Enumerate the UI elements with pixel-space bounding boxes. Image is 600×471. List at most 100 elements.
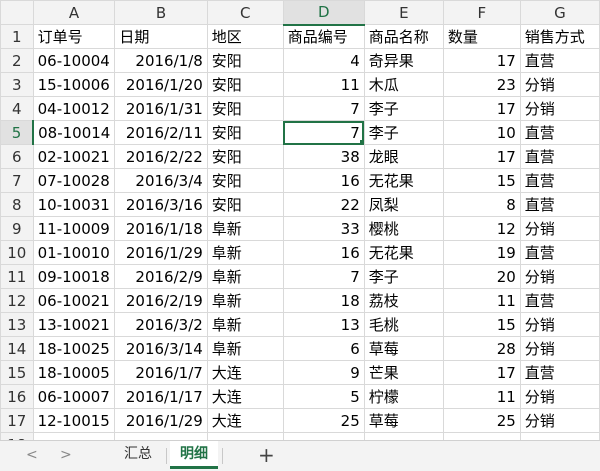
cell[interactable]: 订单号 bbox=[32, 24, 116, 49]
column-header-e[interactable]: E bbox=[363, 0, 444, 25]
tab-detail[interactable]: 明细 bbox=[170, 441, 218, 469]
cell[interactable]: 安阳 bbox=[206, 168, 284, 193]
cell[interactable]: 直营 bbox=[519, 288, 600, 313]
cell[interactable]: 12-10015 bbox=[32, 408, 116, 433]
cell[interactable]: 直营 bbox=[519, 192, 600, 217]
row-header[interactable]: 12 bbox=[0, 288, 34, 313]
row-header[interactable]: 11 bbox=[0, 264, 34, 289]
cell[interactable]: 15 bbox=[442, 168, 521, 193]
tab-scroll-right-icon[interactable]: > bbox=[60, 447, 72, 463]
cell[interactable]: 木瓜 bbox=[363, 72, 444, 97]
cell[interactable]: 凤梨 bbox=[363, 192, 444, 217]
row-header[interactable]: 3 bbox=[0, 72, 34, 97]
cell[interactable]: 2016/2/22 bbox=[114, 144, 208, 169]
cell[interactable]: 阜新 bbox=[206, 336, 284, 361]
cell[interactable]: 毛桃 bbox=[363, 312, 444, 337]
column-header-d[interactable]: D bbox=[282, 0, 365, 26]
row-header[interactable]: 13 bbox=[0, 312, 34, 337]
cell[interactable]: 01-10010 bbox=[32, 240, 116, 265]
cell[interactable]: 08-10014 bbox=[32, 120, 116, 145]
cell[interactable]: 17 bbox=[442, 144, 521, 169]
cell[interactable]: 7 bbox=[282, 96, 365, 121]
row-header[interactable]: 1 bbox=[0, 24, 34, 49]
cell[interactable]: 分销 bbox=[519, 312, 600, 337]
cell[interactable]: 16 bbox=[282, 240, 365, 265]
cell[interactable]: 2016/1/18 bbox=[114, 216, 208, 241]
cell[interactable]: 18-10005 bbox=[32, 360, 116, 385]
cell[interactable]: 16 bbox=[282, 168, 365, 193]
cell[interactable]: 2016/1/20 bbox=[114, 72, 208, 97]
cell[interactable]: 安阳 bbox=[206, 96, 284, 121]
cell[interactable]: 15-10006 bbox=[32, 72, 116, 97]
tab-scroll-left-icon[interactable]: < bbox=[26, 447, 38, 463]
cell[interactable] bbox=[206, 432, 284, 440]
cell[interactable]: 阜新 bbox=[206, 288, 284, 313]
row-header[interactable]: 9 bbox=[0, 216, 34, 241]
cell[interactable]: 09-10018 bbox=[32, 264, 116, 289]
cell[interactable]: 11-10009 bbox=[32, 216, 116, 241]
cell[interactable]: 04-10012 bbox=[32, 96, 116, 121]
cell[interactable]: 草莓 bbox=[363, 336, 444, 361]
row-header[interactable]: 18 bbox=[0, 432, 34, 440]
cell[interactable]: 分销 bbox=[519, 384, 600, 409]
cell[interactable]: 芒果 bbox=[363, 360, 444, 385]
cell[interactable]: 阜新 bbox=[206, 264, 284, 289]
cell[interactable]: 阜新 bbox=[206, 312, 284, 337]
cell[interactable]: 2016/3/4 bbox=[114, 168, 208, 193]
cell[interactable]: 直营 bbox=[519, 360, 600, 385]
cell[interactable]: 直营 bbox=[519, 168, 600, 193]
cell[interactable] bbox=[32, 432, 116, 440]
cell[interactable]: 2016/3/14 bbox=[114, 336, 208, 361]
row-header[interactable]: 14 bbox=[0, 336, 34, 361]
cell[interactable]: 2016/2/9 bbox=[114, 264, 208, 289]
cell[interactable]: 安阳 bbox=[206, 192, 284, 217]
cell[interactable]: 奇异果 bbox=[363, 48, 444, 73]
cell[interactable]: 38 bbox=[282, 144, 365, 169]
cell[interactable]: 分销 bbox=[519, 96, 600, 121]
row-header[interactable]: 16 bbox=[0, 384, 34, 409]
cell[interactable]: 15 bbox=[442, 312, 521, 337]
cell[interactable]: 28 bbox=[442, 336, 521, 361]
cell[interactable]: 18 bbox=[282, 288, 365, 313]
row-header[interactable]: 5 bbox=[0, 120, 35, 145]
column-header-f[interactable]: F bbox=[442, 0, 521, 25]
cell[interactable]: 李子 bbox=[363, 120, 444, 145]
cell[interactable]: 2016/1/29 bbox=[114, 240, 208, 265]
cell[interactable]: 2016/3/16 bbox=[114, 192, 208, 217]
cell[interactable]: 日期 bbox=[114, 24, 208, 49]
cell[interactable]: 22 bbox=[282, 192, 365, 217]
cell[interactable]: 02-10021 bbox=[32, 144, 116, 169]
cell[interactable]: 2016/3/2 bbox=[114, 312, 208, 337]
cell[interactable]: 李子 bbox=[363, 264, 444, 289]
cell[interactable]: 直营 bbox=[519, 240, 600, 265]
row-header[interactable]: 6 bbox=[0, 144, 34, 169]
cell[interactable]: 2016/1/29 bbox=[114, 408, 208, 433]
cell[interactable] bbox=[363, 432, 444, 440]
cell[interactable]: 18-10025 bbox=[32, 336, 116, 361]
row-header[interactable]: 4 bbox=[0, 96, 34, 121]
cell[interactable]: 10 bbox=[442, 120, 521, 145]
cell[interactable]: 2016/1/17 bbox=[114, 384, 208, 409]
cell[interactable]: 2016/2/11 bbox=[114, 120, 208, 145]
cell[interactable]: 无花果 bbox=[363, 168, 444, 193]
cell[interactable]: 数量 bbox=[442, 24, 521, 49]
cell[interactable]: 安阳 bbox=[206, 72, 284, 97]
cell[interactable]: 大连 bbox=[206, 408, 284, 433]
cell[interactable]: 商品编号 bbox=[282, 24, 365, 49]
cell[interactable]: 6 bbox=[282, 336, 365, 361]
column-header-c[interactable]: C bbox=[206, 0, 284, 25]
cell[interactable]: 樱桃 bbox=[363, 216, 444, 241]
cell[interactable]: 17 bbox=[442, 96, 521, 121]
row-header[interactable]: 10 bbox=[0, 240, 34, 265]
cell[interactable]: 2016/1/8 bbox=[114, 48, 208, 73]
cell[interactable] bbox=[442, 432, 521, 440]
cell[interactable]: 25 bbox=[282, 408, 365, 433]
row-header[interactable]: 8 bbox=[0, 192, 34, 217]
column-header-b[interactable]: B bbox=[114, 0, 208, 25]
cell[interactable]: 2016/1/31 bbox=[114, 96, 208, 121]
cell[interactable]: 分销 bbox=[519, 264, 600, 289]
cell[interactable] bbox=[114, 432, 208, 440]
cell[interactable] bbox=[519, 432, 600, 440]
cell[interactable]: 33 bbox=[282, 216, 365, 241]
cell[interactable]: 安阳 bbox=[206, 48, 284, 73]
